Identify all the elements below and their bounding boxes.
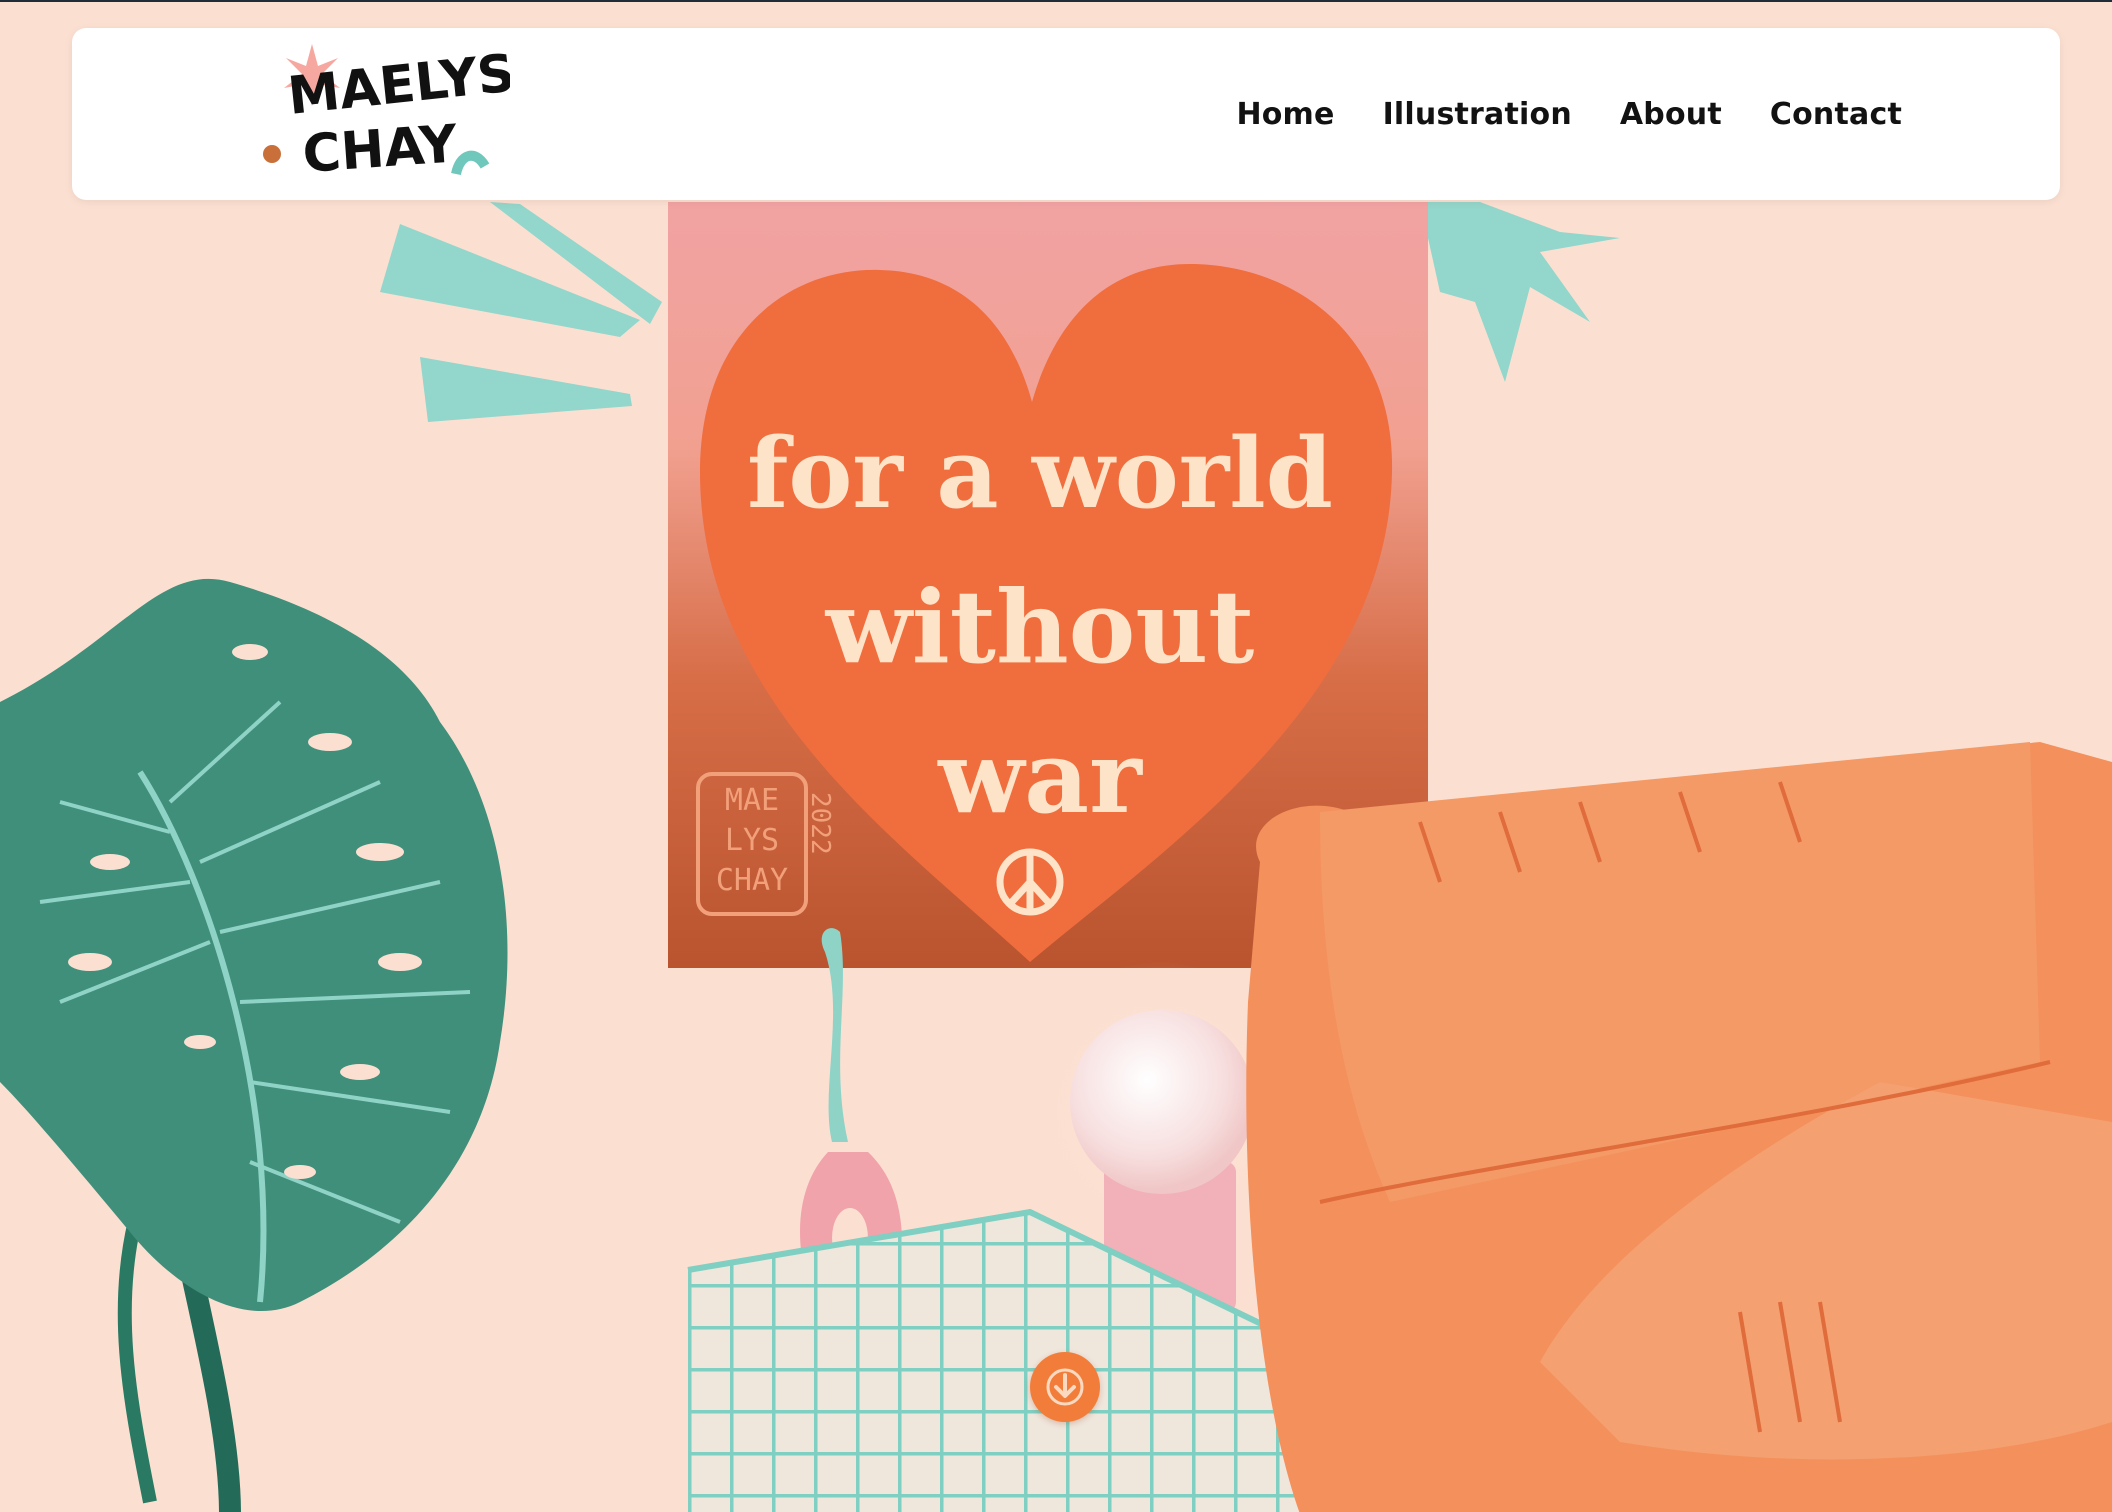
nav-link-about[interactable]: About <box>1620 97 1722 132</box>
site-logo[interactable]: MAELYS CHAY <box>260 43 518 194</box>
svg-text:CHAY: CHAY <box>301 114 461 185</box>
svg-text:without: without <box>825 568 1255 686</box>
nav-link-illustration[interactable]: Illustration <box>1383 97 1572 132</box>
tiled-table <box>687 1208 1342 1512</box>
svg-text:2022: 2022 <box>805 792 835 855</box>
svg-text:MAELYS: MAELYS <box>285 44 510 127</box>
starburst-left <box>380 202 662 422</box>
page: for a world without war MAE LYS CHAY 202… <box>0 0 2112 1512</box>
logo-arch-icon <box>451 150 490 176</box>
nav-links: Home Illustration About Contact <box>1236 28 1902 200</box>
nav-link-home[interactable]: Home <box>1236 97 1334 132</box>
maelys-chay-logo: MAELYS CHAY <box>263 43 518 185</box>
svg-text:CHAY: CHAY <box>716 863 788 898</box>
monstera-plant <box>0 578 508 1512</box>
svg-text:LYS: LYS <box>725 823 779 858</box>
svg-text:war: war <box>937 718 1143 836</box>
hero-illustration: for a world without war MAE LYS CHAY 202… <box>0 202 2112 1512</box>
svg-text:MAE: MAE <box>725 783 779 818</box>
logo-sun-icon <box>263 145 281 163</box>
nav-link-contact[interactable]: Contact <box>1770 97 1902 132</box>
arrow-down-icon <box>1046 1368 1084 1406</box>
sofa <box>1246 742 2112 1512</box>
scroll-down-button[interactable] <box>1030 1352 1100 1422</box>
svg-text:for a world: for a world <box>747 417 1333 530</box>
top-navbar: MAELYS CHAY Home Illustration About Cont… <box>72 28 2060 200</box>
starburst-right <box>1420 202 1620 382</box>
